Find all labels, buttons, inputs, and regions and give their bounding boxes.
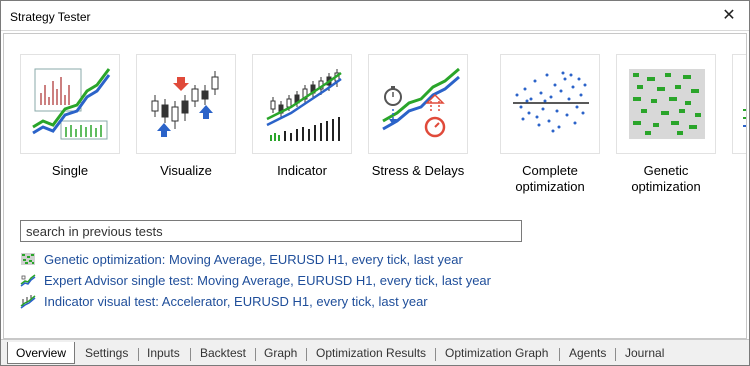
tab-separator [190,348,191,361]
indicator-icon [266,69,342,141]
genetic-test-icon [21,253,35,265]
visualize-icon [151,71,219,137]
close-icon[interactable]: ✕ [719,6,739,26]
tab-separator [435,348,436,361]
indicator-test-icon [20,295,36,309]
recent-test-text: Indicator visual test: Accelerator, EURU… [44,293,428,309]
recent-test-text: Expert Advisor single test: Moving Avera… [44,272,491,288]
recent-test-genetic[interactable]: Genetic optimization: Moving Average, EU… [20,250,463,268]
recent-test-expert[interactable]: Expert Advisor single test: Moving Avera… [20,271,491,289]
complete-optimization-label-line1: Complete [522,163,578,178]
tab-separator [559,348,560,361]
strategy-tester-window: Strategy Tester ✕ Single Visualize Indic… [0,0,750,366]
tab-separator [306,348,307,361]
window-title: Strategy Tester [10,10,91,24]
tab-graph[interactable]: Graph [264,346,297,362]
bottom-tab-bar: Overview Settings Inputs Backtest Graph … [1,339,749,365]
tab-separator [138,348,139,361]
tab-optimization-graph[interactable]: Optimization Graph [445,346,548,362]
indicator-tile[interactable] [252,54,352,154]
next-mode-tile-partial[interactable] [732,54,746,154]
genetic-optimization-label-line1: Genetic [643,163,689,178]
expert-test-icon [20,274,36,287]
genetic-optimization-label-line2: optimization [631,179,701,194]
stress-delays-tile[interactable] [368,54,468,154]
complete-optimization-icon [513,71,589,133]
search-input[interactable] [20,220,522,242]
tab-optimization-results[interactable]: Optimization Results [316,346,426,362]
tab-backtest[interactable]: Backtest [200,346,246,362]
single-test-tile[interactable] [20,54,120,154]
tab-overview[interactable]: Overview [7,342,76,364]
recent-test-indicator[interactable]: Indicator visual test: Accelerator, EURU… [20,292,428,310]
complete-optimization-label-line2: optimization [515,179,585,194]
indicator-label: Indicator [277,163,327,178]
stress-delays-icon [382,67,460,138]
genetic-optimization-tile[interactable] [616,54,716,154]
single-label: Single [51,163,89,178]
tab-separator [615,348,616,361]
partial-mode-icon [743,109,746,127]
complete-optimization-label: Complete optimization [492,163,608,195]
tab-agents[interactable]: Agents [569,346,606,362]
tab-separator [255,348,256,361]
complete-optimization-tile[interactable] [500,54,600,154]
visualize-tile[interactable] [136,54,236,154]
genetic-optimization-label: Genetic optimization [608,163,724,195]
recent-test-text: Genetic optimization: Moving Average, EU… [44,251,463,267]
tab-journal[interactable]: Journal [625,346,664,362]
genetic-optimization-icon [629,69,705,139]
tab-settings[interactable]: Settings [85,346,128,362]
visualize-label: Visualize [160,163,212,178]
tab-inputs[interactable]: Inputs [147,346,180,362]
stress-delays-label: Stress & Delays [371,163,465,178]
single-test-icon [32,68,111,140]
title-bar: Strategy Tester ✕ [1,1,749,31]
overview-panel: Single Visualize Indicator Stress & Dela… [3,33,747,339]
